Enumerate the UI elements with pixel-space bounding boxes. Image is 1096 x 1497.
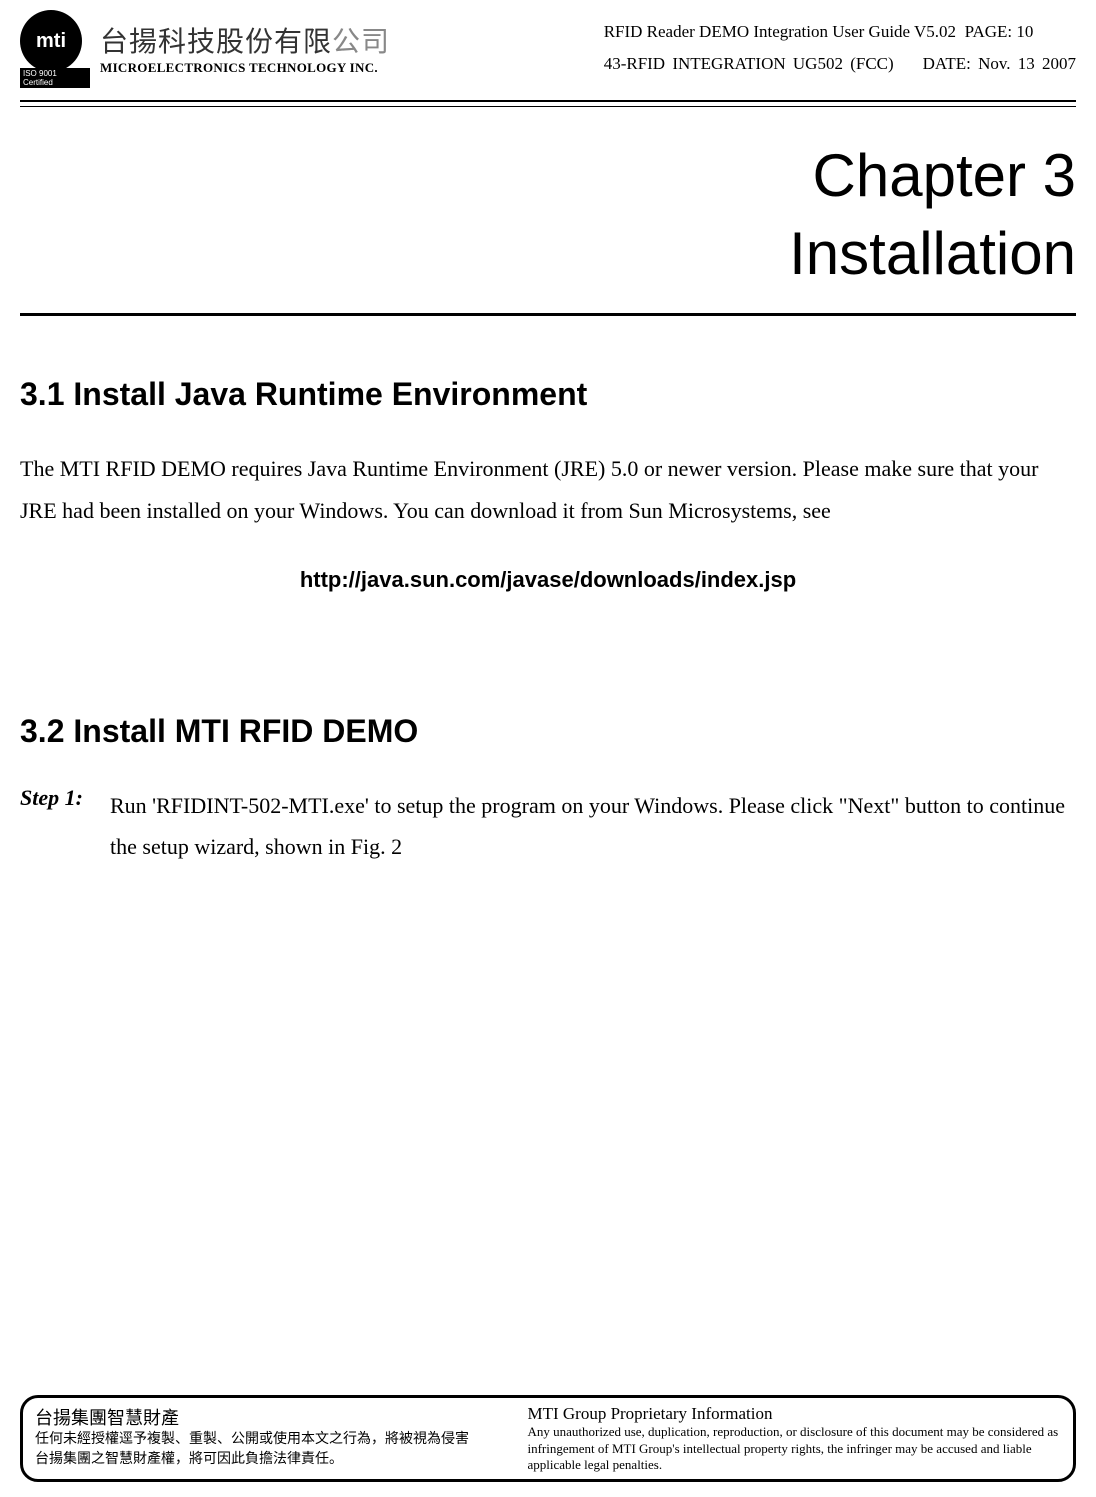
- logo-text: mti: [36, 30, 66, 53]
- company-logo: mti ISO 9001 Certified: [20, 10, 90, 80]
- page-footer: 台揚集團智慧財產 任何未經授權逕予複製、重製、公開或使用本文之行為，將被視為侵害…: [20, 1395, 1076, 1482]
- logo-block: mti ISO 9001 Certified 台揚科技股份有限公司 MICROE…: [20, 10, 390, 80]
- footer-chinese: 台揚集團智慧財產 任何未經授權逕予複製、重製、公開或使用本文之行為，將被視為侵害…: [35, 1404, 527, 1473]
- doc-date: DATE: Nov. 13 2007: [923, 54, 1076, 73]
- step-1-block: Step 1: Run 'RFIDINT-502-MTI.exe' to set…: [20, 785, 1076, 869]
- iso-cert-badge: ISO 9001 Certified: [20, 68, 90, 88]
- doc-title: RFID Reader DEMO Integration User Guide …: [604, 22, 956, 41]
- company-name-cn-suffix: 公司: [332, 26, 390, 57]
- company-name-chinese: 台揚科技股份有限公司: [100, 20, 390, 60]
- footer-cn-heading: 台揚集團智慧財產: [35, 1404, 527, 1430]
- doc-title-line: RFID Reader DEMO Integration User Guide …: [604, 22, 1076, 42]
- company-name-english: MICROELECTRONICS TECHNOLOGY INC.: [100, 60, 390, 76]
- section-3-1-paragraph: The MTI RFID DEMO requires Java Runtime …: [20, 448, 1076, 532]
- section-3-2-heading: 3.2 Install MTI RFID DEMO: [20, 713, 1076, 750]
- company-name-cn-main: 台揚科技股份有限: [100, 26, 332, 57]
- chapter-divider: [20, 313, 1076, 316]
- page-number: PAGE: 10: [965, 22, 1034, 41]
- logo-circle-icon: mti: [20, 10, 82, 72]
- footer-english: MTI Group Proprietary Information Any un…: [527, 1404, 1061, 1473]
- content-area: 3.1 Install Java Runtime Environment The…: [0, 376, 1096, 868]
- header-divider: [20, 100, 1076, 107]
- footer-en-text: Any unauthorized use, duplication, repro…: [527, 1424, 1061, 1473]
- doc-code-line: 43-RFID INTEGRATION UG502 (FCC) DATE: No…: [604, 54, 1076, 74]
- step-1-text: Run 'RFIDINT-502-MTI.exe' to setup the p…: [110, 785, 1076, 869]
- footer-cn-line2: 台揚集團之智慧財產權，將可因此負擔法律責任。: [35, 1450, 527, 1470]
- step-1-label: Step 1:: [20, 785, 110, 869]
- section-3-1-heading: 3.1 Install Java Runtime Environment: [20, 376, 1076, 413]
- footer-cn-line1: 任何未經授權逕予複製、重製、公開或使用本文之行為，將被視為侵害: [35, 1430, 527, 1450]
- header-doc-info: RFID Reader DEMO Integration User Guide …: [604, 10, 1076, 80]
- java-download-url: http://java.sun.com/javase/downloads/ind…: [20, 567, 1076, 593]
- chapter-name: Installation: [20, 215, 1076, 293]
- doc-code: 43-RFID INTEGRATION UG502 (FCC): [604, 54, 894, 73]
- chapter-title: Chapter 3 Installation: [0, 107, 1096, 303]
- footer-en-heading: MTI Group Proprietary Information: [527, 1404, 1061, 1424]
- chapter-number: Chapter 3: [20, 137, 1076, 215]
- page-header: mti ISO 9001 Certified 台揚科技股份有限公司 MICROE…: [0, 0, 1096, 80]
- company-name-block: 台揚科技股份有限公司 MICROELECTRONICS TECHNOLOGY I…: [100, 10, 390, 76]
